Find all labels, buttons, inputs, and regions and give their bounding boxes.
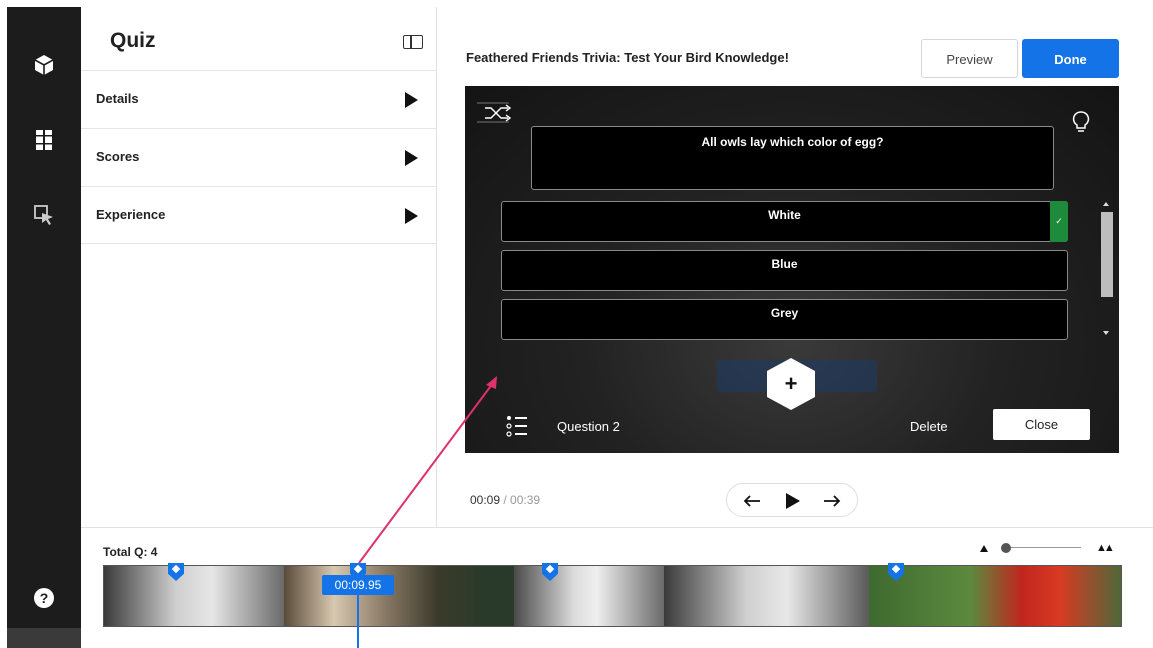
time-display: 00:09 / 00:39 <box>470 493 540 507</box>
help-symbol: ? <box>40 590 49 606</box>
player-controls <box>726 483 858 517</box>
playhead-line[interactable] <box>357 595 359 648</box>
thumbnail-owl-white <box>664 566 869 626</box>
answer-option[interactable]: Grey <box>501 299 1068 340</box>
quiz-panel: Quiz Details Scores Experience <box>81 7 437 527</box>
section-experience[interactable]: Experience <box>81 186 436 244</box>
answer-text: Blue <box>771 257 798 271</box>
cursor-select-icon[interactable] <box>7 200 81 230</box>
section-scores-label: Scores <box>96 149 140 164</box>
section-experience-label: Experience <box>96 207 166 222</box>
thumbnail-owl-white <box>104 566 284 626</box>
answer-option[interactable]: White ✓ <box>501 201 1068 242</box>
section-details-label: Details <box>96 91 139 106</box>
collapse-rail-strip[interactable] <box>7 628 81 648</box>
preview-button[interactable]: Preview <box>921 39 1018 78</box>
zoom-slider[interactable] <box>1001 547 1081 548</box>
film-icon[interactable] <box>7 125 81 155</box>
thumbnail-background <box>474 566 514 626</box>
zoom-slider-handle[interactable] <box>1001 543 1011 553</box>
expand-arrow-icon <box>405 92 418 108</box>
answer-option[interactable]: Blue <box>501 250 1068 291</box>
next-arrow-icon[interactable] <box>823 494 841 508</box>
scroll-down-icon[interactable] <box>1103 331 1109 335</box>
shuffle-icon[interactable] <box>475 100 515 126</box>
thumbnail-owl-eagle <box>384 566 474 626</box>
done-button[interactable]: Done <box>1022 39 1119 78</box>
question-stage: All owls lay which color of egg? White ✓… <box>465 86 1119 453</box>
scroll-up-icon[interactable] <box>1103 202 1109 206</box>
correct-check-icon[interactable]: ✓ <box>1050 201 1068 242</box>
left-rail: ? <box>7 7 81 648</box>
time-separator: / <box>500 493 511 507</box>
duration: 00:39 <box>510 493 541 507</box>
total-questions: Total Q: 4 <box>103 545 158 559</box>
cube-icon[interactable] <box>7 50 81 80</box>
close-button[interactable]: Close <box>993 409 1090 440</box>
answer-text: White <box>768 208 801 222</box>
playhead-time[interactable]: 00:09.95 <box>322 575 394 595</box>
answers-scrollbar[interactable] <box>1101 212 1113 297</box>
panel-title: Quiz <box>110 29 156 52</box>
current-time: 00:09 <box>470 493 501 507</box>
help-icon[interactable]: ? <box>7 583 81 613</box>
section-scores[interactable]: Scores <box>81 128 436 186</box>
video-thumbnail-strip[interactable] <box>103 565 1122 627</box>
question-list-icon[interactable] <box>505 414 529 438</box>
play-icon[interactable] <box>785 492 801 510</box>
expand-arrow-icon <box>405 150 418 166</box>
zoom-out-icon[interactable] <box>980 545 988 552</box>
timeline-divider <box>81 527 1153 528</box>
thumbnail-owl-white <box>514 566 664 626</box>
question-box[interactable]: All owls lay which color of egg? <box>531 126 1054 190</box>
answer-text: Grey <box>770 306 799 320</box>
zoom-in-icon[interactable]: ▲▲ <box>1096 542 1115 554</box>
delete-button[interactable]: Delete <box>910 419 948 434</box>
section-details[interactable]: Details <box>81 70 436 128</box>
lightbulb-icon[interactable] <box>1072 110 1090 134</box>
thumbnail-parrot <box>869 566 1121 626</box>
quiz-title: Feathered Friends Trivia: Test Your Bird… <box>466 50 789 65</box>
expand-arrow-icon <box>405 208 418 224</box>
panel-toggle-icon[interactable] <box>403 35 423 49</box>
previous-arrow-icon[interactable] <box>743 494 761 508</box>
question-text: All owls lay which color of egg? <box>701 135 884 149</box>
question-label: Question 2 <box>557 419 620 434</box>
